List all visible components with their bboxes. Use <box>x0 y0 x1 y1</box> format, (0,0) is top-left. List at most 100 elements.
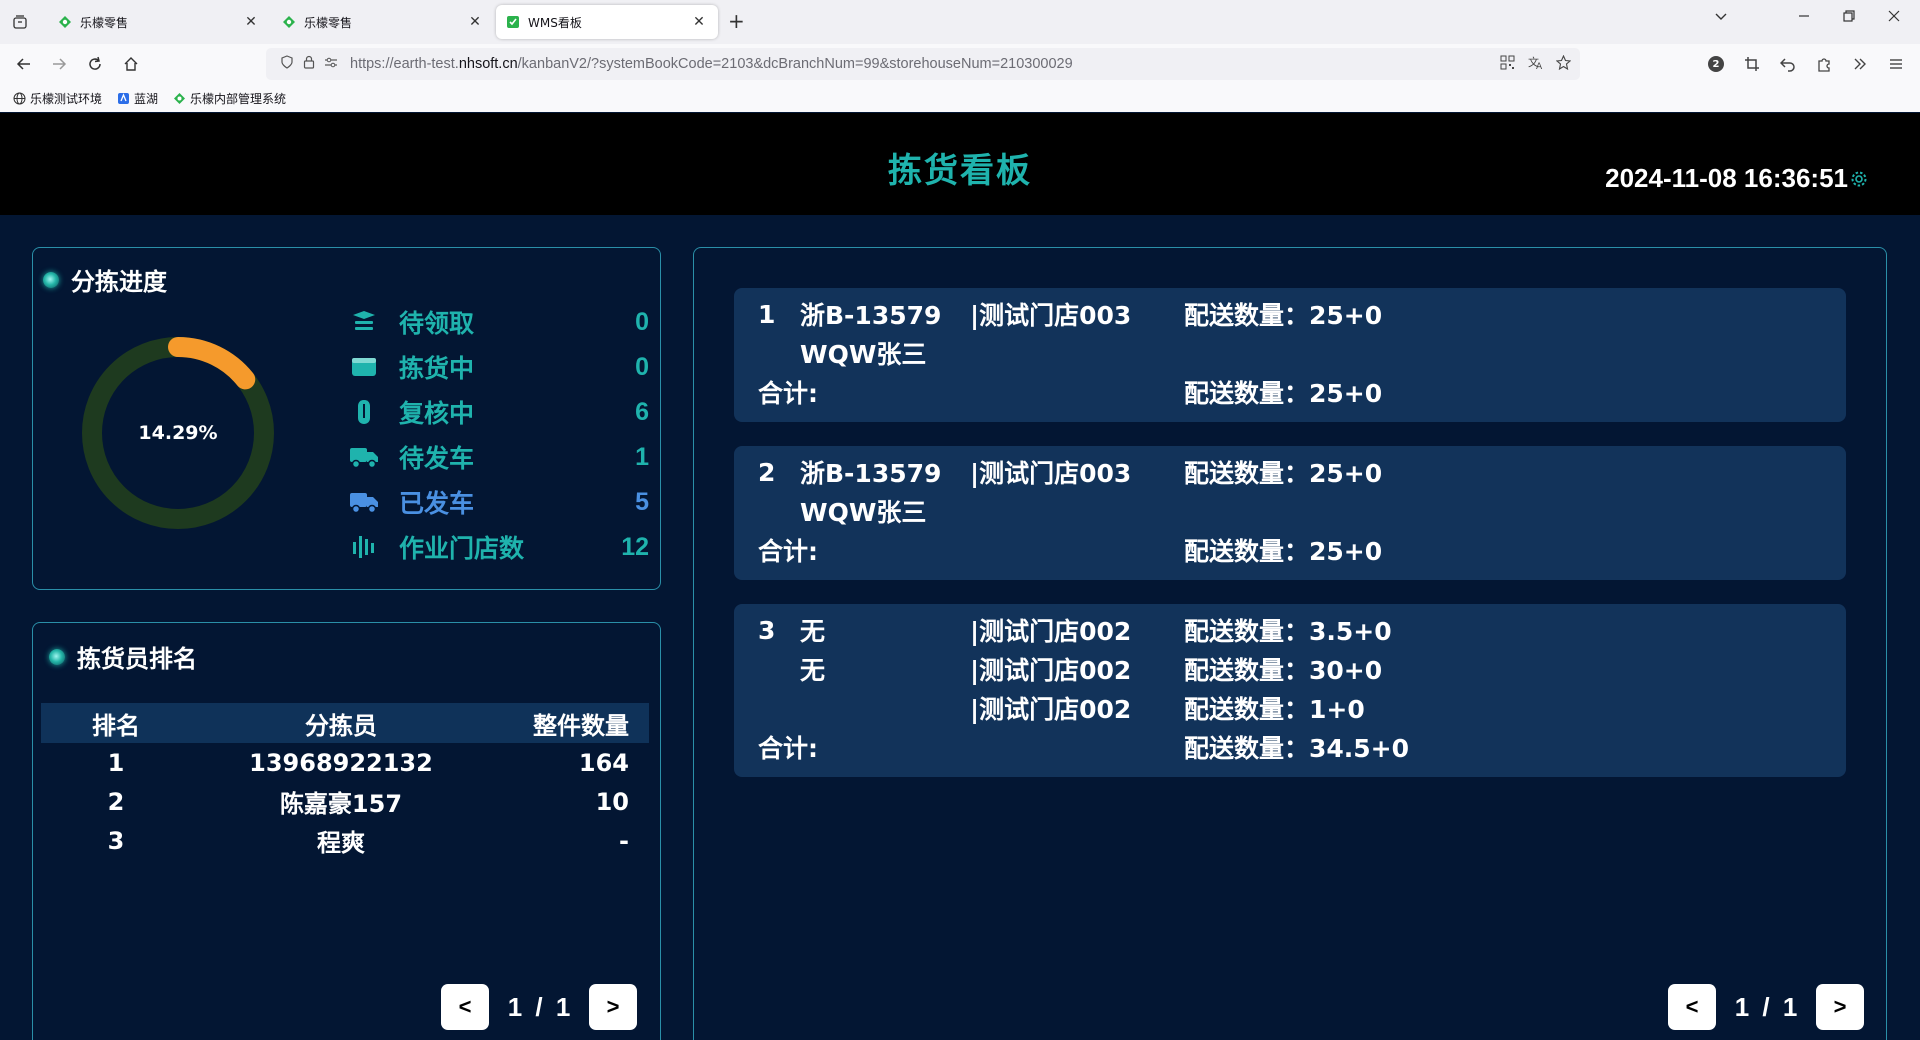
cell-qty: - <box>619 826 629 855</box>
bookmark-star-icon[interactable] <box>1555 54 1572 74</box>
crop-screenshot-icon[interactable] <box>1742 54 1762 74</box>
order-card: 1 浙B-13579 |测试门店003 配送数量：25+0 WQW张三 合计: … <box>734 288 1846 422</box>
tab-title: WMS看板 <box>528 15 582 30</box>
cell-rank: 2 <box>107 787 125 816</box>
next-page-button[interactable]: > <box>1816 984 1864 1030</box>
prev-page-button[interactable]: < <box>441 984 489 1030</box>
svg-text:A: A <box>1536 62 1543 70</box>
vehicle-plate: 无 <box>800 617 826 646</box>
overflow-chevrons-icon[interactable] <box>1850 54 1870 74</box>
table-row: 3 程爽 - <box>41 821 649 860</box>
bookmark-item[interactable]: 乐檬内部管理系统 <box>172 90 286 107</box>
translate-icon[interactable]: 文A <box>1528 55 1544 74</box>
bookmark-item[interactable]: 乐檬测试环境 <box>12 90 102 107</box>
store-name: |测试门店003 <box>970 301 1132 330</box>
stat-value: 5 <box>635 487 649 516</box>
picking-icon <box>349 352 379 382</box>
close-window-button[interactable] <box>1888 10 1900 26</box>
picking-orders-panel: 1 浙B-13579 |测试门店003 配送数量：25+0 WQW张三 合计: … <box>693 247 1887 1040</box>
panel-title: 拣货员排名 <box>77 645 197 673</box>
stat-label: 待发车 <box>399 444 475 473</box>
total-qty: 配送数量：34.5+0 <box>1184 734 1410 763</box>
menu-hamburger-icon[interactable] <box>1886 54 1906 74</box>
close-tab-icon[interactable]: ✕ <box>242 14 260 30</box>
reload-icon[interactable] <box>83 52 107 76</box>
bookmark-item[interactable]: 蓝湖 <box>116 90 158 107</box>
new-tab-button[interactable]: + <box>728 11 745 31</box>
restore-window-button[interactable] <box>1843 10 1855 26</box>
cell-qty: 164 <box>578 748 629 777</box>
total-label: 合计: <box>758 537 818 566</box>
total-qty: 配送数量：25+0 <box>1184 379 1383 408</box>
order-line: |测试门店002 配送数量：1+0 <box>734 690 1834 726</box>
order-total-line: 合计: 配送数量：34.5+0 <box>734 729 1834 765</box>
tab-list-icon[interactable] <box>0 0 40 44</box>
order-line: WQW张三 <box>734 335 1834 371</box>
cell-rank: 1 <box>107 748 125 777</box>
undo-arrow-icon[interactable] <box>1778 54 1798 74</box>
lock-icon[interactable] <box>298 55 320 73</box>
table-header: 排名 分拣员 整件数量 <box>41 703 649 743</box>
stat-label: 待领取 <box>399 309 475 338</box>
store-name: |测试门店003 <box>970 459 1132 488</box>
tracking-protection-shield-icon[interactable] <box>276 55 298 73</box>
forward-arrow-icon[interactable] <box>47 52 71 76</box>
tab-overflow-chevron-icon[interactable] <box>1714 10 1728 28</box>
home-icon[interactable] <box>119 52 143 76</box>
stat-label: 拣货中 <box>399 354 475 383</box>
stat-row: 作业门店数 12 <box>349 529 649 565</box>
address-bar[interactable]: https://earth-test.nhsoft.cn/kanbanV2/?s… <box>266 48 1580 80</box>
browser-tab-2[interactable]: 乐檬零售 ✕ <box>272 5 494 39</box>
extension-badge-icon[interactable]: 2 <box>1706 54 1726 74</box>
browser-tab-3[interactable]: WMS看板 ✕ <box>496 5 718 39</box>
ranking-table: 排名 分拣员 整件数量 1 13968922132 164 2 陈嘉豪157 1… <box>41 703 649 860</box>
delivery-qty: 配送数量：3.5+0 <box>1184 617 1392 646</box>
panel-header: 拣货员排名 <box>49 639 197 674</box>
prev-page-button[interactable]: < <box>1668 984 1716 1030</box>
bookmarks-bar: 乐檬测试环境 蓝湖 乐檬内部管理系统 <box>0 84 1920 112</box>
panel-header: 分拣进度 <box>43 262 167 297</box>
total-label: 合计: <box>758 379 818 408</box>
stat-label: 复核中 <box>399 399 475 428</box>
next-page-button[interactable]: > <box>589 984 637 1030</box>
review-icon <box>349 397 379 427</box>
extensions-puzzle-icon[interactable] <box>1814 54 1834 74</box>
column-header-rank: 排名 <box>92 711 140 740</box>
receive-icon <box>349 307 379 337</box>
delivery-qty: 配送数量：1+0 <box>1184 695 1365 724</box>
stat-row: 已发车 5 <box>349 484 649 520</box>
stat-row: 待领取 0 <box>349 304 649 340</box>
order-line: WQW张三 <box>734 493 1834 529</box>
bookmark-label: 乐檬内部管理系统 <box>190 91 287 106</box>
close-tab-icon[interactable]: ✕ <box>466 14 484 30</box>
settings-gear-icon[interactable] <box>1850 170 1868 188</box>
back-arrow-icon[interactable] <box>12 52 36 76</box>
browser-tab-1[interactable]: 乐檬零售 ✕ <box>48 5 270 39</box>
vehicle-plate: 浙B-13579 <box>800 459 942 488</box>
orders-pager: < 1 / 1 > <box>1668 984 1864 1030</box>
stat-label: 已发车 <box>399 489 475 518</box>
total-qty: 配送数量：25+0 <box>1184 537 1383 566</box>
bookmark-label: 蓝湖 <box>134 91 159 106</box>
page-indicator: 1 / 1 <box>1734 991 1798 1022</box>
close-tab-icon[interactable]: ✕ <box>690 14 708 30</box>
ranking-pager: < 1 / 1 > <box>441 984 637 1030</box>
picker-ranking-panel: 拣货员排名 排名 分拣员 整件数量 1 13968922132 164 2 陈嘉… <box>32 622 661 1040</box>
site-permissions-icon[interactable] <box>320 55 342 73</box>
total-label: 合计: <box>758 734 818 763</box>
delivery-qty: 配送数量：30+0 <box>1184 656 1383 685</box>
order-line: 2 浙B-13579 |测试门店003 配送数量：25+0 <box>734 454 1834 490</box>
order-card: 2 浙B-13579 |测试门店003 配送数量：25+0 WQW张三 合计: … <box>734 446 1846 580</box>
qr-code-icon[interactable] <box>1500 55 1515 74</box>
stat-value: 0 <box>635 352 649 381</box>
sorting-progress-panel: 分拣进度 14.29% 待领取 0 拣货中 0 复核中 6 待发车 1 已发车 5 作业门店数 12 <box>32 247 661 590</box>
delivery-qty: 配送数量：25+0 <box>1184 459 1383 488</box>
table-row: 1 13968922132 164 <box>41 743 649 782</box>
cell-picker: 13968922132 <box>249 748 433 777</box>
minimize-window-button[interactable] <box>1798 10 1810 26</box>
lemeng-favicon-icon <box>282 15 296 29</box>
vehicle-plate: 无 <box>800 656 826 685</box>
table-row: 2 陈嘉豪157 10 <box>41 782 649 821</box>
truck-icon <box>349 442 379 472</box>
page-indicator: 1 / 1 <box>507 991 571 1022</box>
